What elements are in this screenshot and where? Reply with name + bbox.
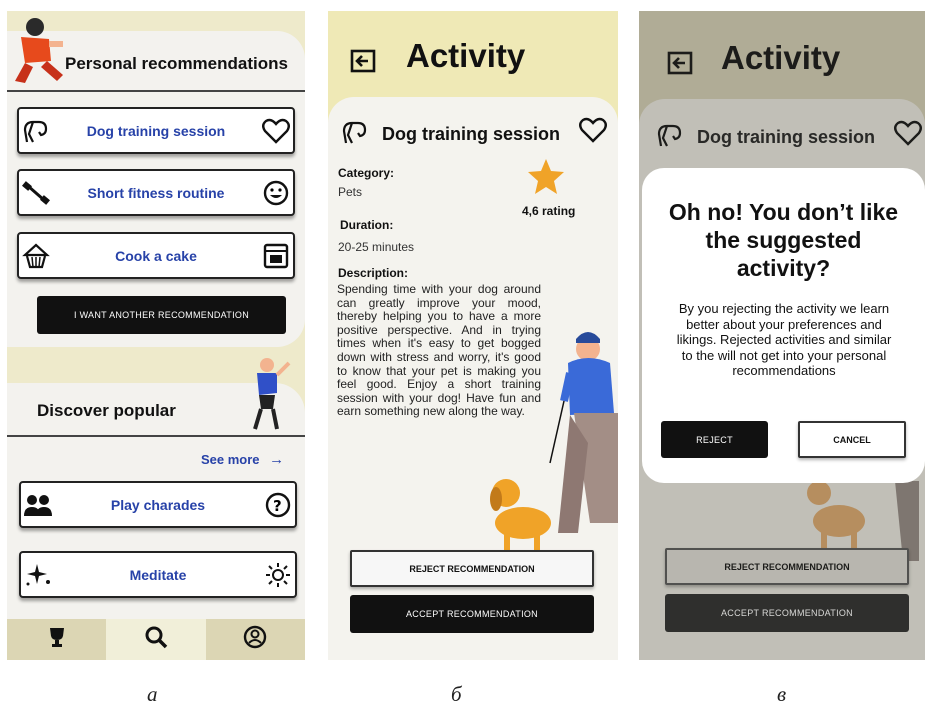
duration-label: Duration: [340, 218, 394, 232]
caption-a: а [147, 682, 158, 706]
page-title: Activity [406, 37, 526, 74]
star-icon [527, 157, 565, 200]
owner-with-dog-illustration [490, 332, 618, 553]
popular-label: Play charades [110, 496, 206, 513]
caption-b: б [451, 682, 462, 706]
svg-text:?: ? [273, 497, 282, 515]
rec-label: Dog training session [86, 122, 226, 139]
reject-dialog-screen: Activity Dog training session REJECT REC… [639, 11, 925, 660]
see-more-label: See more [201, 452, 260, 467]
divider [7, 435, 305, 437]
smiley-icon[interactable] [259, 176, 293, 210]
question-icon[interactable]: ? [261, 488, 295, 522]
rec-dog-training-button[interactable]: Dog training session [17, 107, 295, 154]
reject-recommendation-button[interactable]: REJECT RECOMMENDATION [350, 550, 594, 587]
duration-value: 20-25 minutes [338, 240, 415, 254]
activity-name: Dog training session [382, 124, 561, 144]
heart-icon[interactable] [578, 116, 608, 149]
cancel-button[interactable]: CANCEL [798, 421, 906, 458]
rec-fitness-button[interactable]: Short fitness routine [17, 169, 295, 216]
caption-c: в [777, 682, 787, 706]
tab-search[interactable] [106, 619, 206, 660]
person-illustration [15, 18, 63, 83]
rec-label: Cook a cake [115, 247, 197, 264]
divider [7, 90, 305, 92]
trophy-icon [47, 626, 67, 653]
reject-button[interactable]: REJECT [661, 421, 768, 458]
popular-title: Discover popular [37, 401, 176, 420]
rec-label: Short fitness routine [87, 184, 225, 201]
rec-cake-button[interactable]: Cook a cake [17, 232, 295, 279]
tab-profile[interactable] [206, 619, 305, 660]
popular-meditate-button[interactable]: Meditate [19, 551, 297, 598]
dancer-illustration [253, 358, 291, 430]
dialog-text: By you rejecting the activity we learn b… [676, 301, 892, 379]
another-recommendation-button[interactable]: I WANT ANOTHER RECOMMENDATION [37, 296, 286, 334]
popular-label: Meditate [129, 566, 187, 583]
dialog-title: Oh no! You don’t like the suggested acti… [668, 199, 899, 281]
activity-screen: Activity Dog training session Category: … [328, 11, 618, 660]
arrow-right-icon: → [269, 451, 285, 468]
dog-head-icon [19, 114, 53, 148]
reject-confirmation-dialog: Oh no! You don’t like the suggested acti… [642, 168, 925, 483]
back-icon[interactable] [350, 49, 376, 78]
profile-icon [243, 625, 267, 654]
accept-recommendation-button[interactable]: ACCEPT RECOMMENDATION [350, 595, 594, 633]
sun-icon[interactable] [261, 558, 295, 592]
see-more-link[interactable]: See more → [201, 451, 284, 468]
search-icon [144, 625, 168, 654]
category-label: Category: [338, 166, 395, 180]
cupcake-icon [19, 239, 53, 273]
people-icon [21, 488, 55, 522]
tab-achievements[interactable] [7, 619, 106, 660]
dog-head-icon [340, 119, 370, 150]
bottom-tab-bar [7, 619, 305, 660]
popular-charades-button[interactable]: Play charades ? [19, 481, 297, 528]
dumbbell-icon [19, 176, 53, 210]
sparkles-icon [21, 558, 55, 592]
heart-icon[interactable] [259, 114, 293, 148]
rating-text: 4,6 rating [522, 204, 576, 218]
category-value: Pets [338, 185, 363, 199]
oven-icon[interactable] [259, 239, 293, 273]
description-label: Description: [338, 266, 409, 280]
home-screen: Personal recommendations Dog training se… [7, 11, 305, 660]
section-title: Personal recommendations [65, 54, 288, 73]
